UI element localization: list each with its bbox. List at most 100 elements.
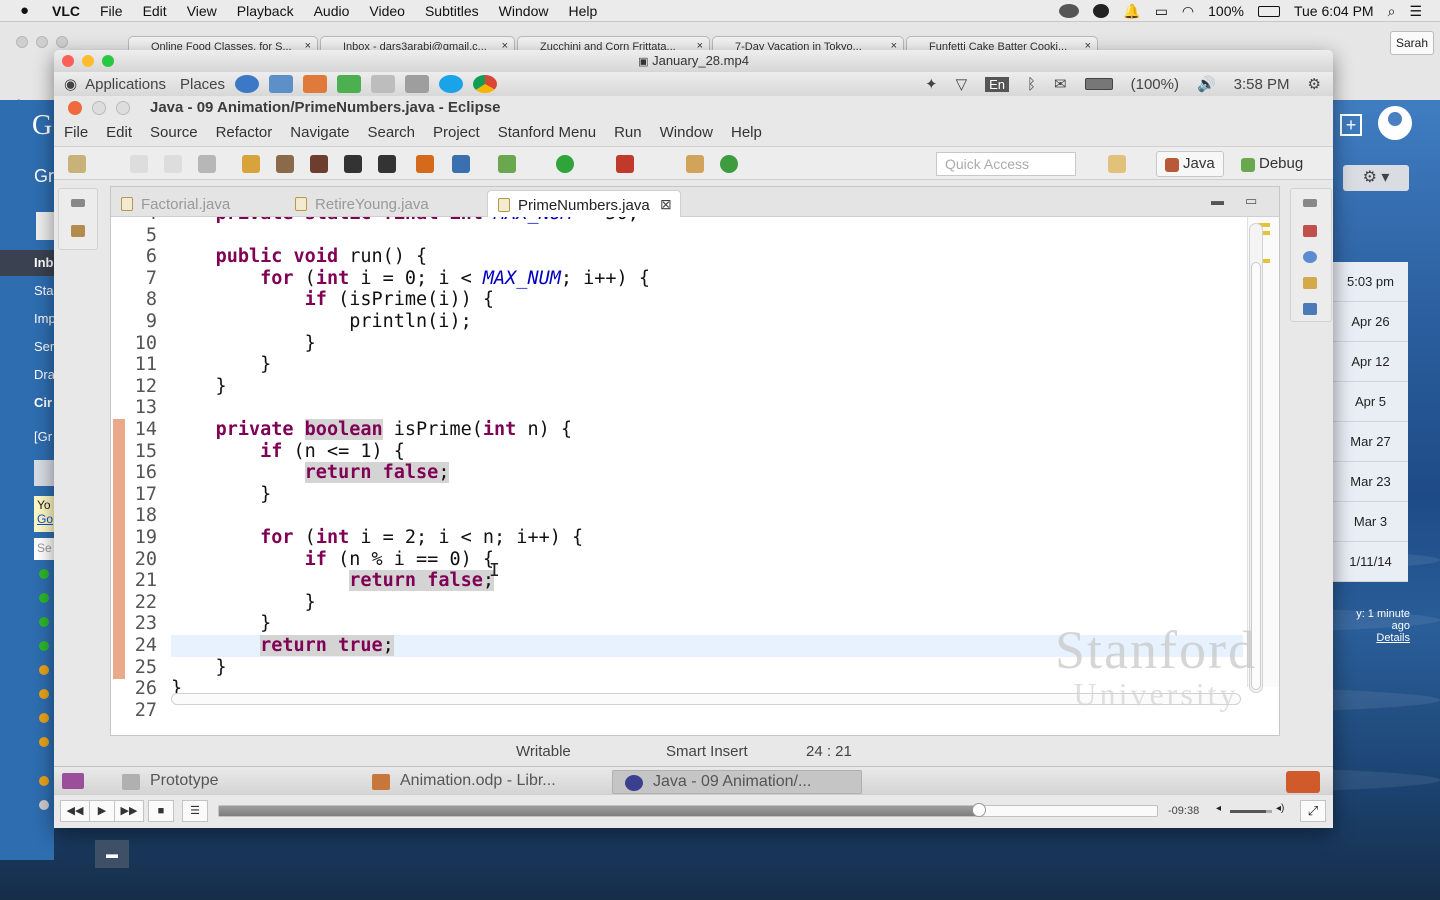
- code-line[interactable]: private boolean isPrime(int n) {: [171, 419, 572, 441]
- minimize-editor-icon[interactable]: ▬: [1211, 193, 1224, 208]
- javadoc-icon[interactable]: [1303, 251, 1317, 263]
- code-line[interactable]: }: [171, 376, 227, 398]
- spotlight-search-icon[interactable]: ⌕: [1388, 3, 1396, 20]
- code-line[interactable]: public void run() {: [171, 246, 428, 268]
- menubar-clock[interactable]: Tue 6:04 PM: [1294, 3, 1374, 19]
- taskbar-item[interactable]: Animation.odp - Libr...: [360, 770, 608, 794]
- time-remaining[interactable]: -09:38: [1168, 805, 1199, 817]
- declaration-icon[interactable]: [1303, 277, 1317, 289]
- run-java-icon[interactable]: [378, 155, 396, 173]
- restore-icon[interactable]: [1303, 199, 1317, 207]
- panel-clock[interactable]: 3:58 PM: [1234, 76, 1290, 93]
- code-line[interactable]: if (n % i == 0) {: [171, 549, 494, 571]
- sidebar-item-inbox[interactable]: Inb: [0, 250, 54, 276]
- impress-icon[interactable]: [303, 75, 328, 93]
- eclipse-minimize-button[interactable]: [92, 101, 106, 115]
- close-tab-icon[interactable]: ⊠: [660, 196, 672, 213]
- import-icon[interactable]: [452, 155, 470, 173]
- rewind-button[interactable]: ◀◀: [60, 800, 90, 822]
- menu-playback[interactable]: Playback: [237, 3, 294, 19]
- code-line[interactable]: private static final int MAX_NUM = 50;: [171, 217, 639, 225]
- code-line[interactable]: for (int i = 0; i < MAX_NUM; i++) {: [171, 268, 650, 290]
- console-icon[interactable]: [1303, 303, 1317, 315]
- seek-knob[interactable]: [971, 803, 986, 817]
- restore-icon[interactable]: [71, 199, 85, 207]
- menu-view[interactable]: View: [187, 3, 217, 19]
- perspective-java[interactable]: Java: [1156, 151, 1224, 177]
- avatar[interactable]: [1378, 106, 1412, 140]
- sidebar-item-sent[interactable]: Ser: [0, 334, 54, 360]
- sidebar-item-drafts[interactable]: Dra: [0, 362, 54, 388]
- trash-icon[interactable]: [1286, 771, 1320, 793]
- code-line[interactable]: return false;: [171, 462, 450, 484]
- hangouts-avatar[interactable]: [34, 460, 54, 486]
- code-line[interactable]: return true;: [171, 635, 394, 657]
- menu-window[interactable]: Window: [499, 3, 549, 19]
- keyboard-layout[interactable]: En: [985, 76, 1010, 92]
- app-menu[interactable]: VLC: [52, 3, 80, 19]
- code-line[interactable]: if (isPrime(i)) {: [171, 289, 494, 311]
- menu-stanford[interactable]: Stanford Menu: [498, 124, 596, 141]
- play-button[interactable]: ▶: [89, 800, 115, 822]
- code-line[interactable]: }: [171, 484, 271, 506]
- image-icon[interactable]: [310, 155, 328, 173]
- tab-primenumbers[interactable]: PrimeNumbers.java ⊠: [487, 190, 681, 217]
- volume-icon[interactable]: 🔊: [1197, 75, 1216, 93]
- package-icon[interactable]: [686, 155, 704, 173]
- seek-bar[interactable]: [218, 803, 1158, 817]
- dropbox-icon[interactable]: ✦: [925, 75, 938, 93]
- airplay-icon[interactable]: ▭: [1155, 3, 1168, 20]
- submit-icon[interactable]: [416, 155, 434, 173]
- chat-icon[interactable]: [1093, 4, 1110, 18]
- run-icon[interactable]: [556, 155, 574, 173]
- code-line[interactable]: println(i);: [171, 311, 472, 333]
- save-all-icon[interactable]: [164, 155, 182, 173]
- cloud-icon[interactable]: [1059, 4, 1080, 18]
- menu-file[interactable]: File: [64, 124, 88, 141]
- menu-source[interactable]: Source: [150, 124, 198, 141]
- new-class-icon[interactable]: [720, 155, 738, 173]
- vlc-zoom-button[interactable]: [102, 55, 114, 67]
- add-icon[interactable]: +: [1340, 114, 1362, 136]
- apple-menu-icon[interactable]: ●: [20, 2, 40, 19]
- compose-button[interactable]: [36, 212, 54, 240]
- firefox-icon[interactable]: [235, 75, 260, 93]
- mail-icon[interactable]: ✉: [1054, 75, 1067, 93]
- menu-help[interactable]: Help: [731, 124, 762, 141]
- chat-bubble-icon[interactable]: ▬: [95, 840, 129, 868]
- stop-button[interactable]: ■: [148, 800, 174, 822]
- perspective-debug[interactable]: Debug: [1232, 151, 1312, 177]
- bluetooth-icon[interactable]: ᛒ: [1027, 76, 1036, 93]
- menu-search[interactable]: Search: [367, 124, 415, 141]
- menu-subtitles[interactable]: Subtitles: [425, 3, 479, 19]
- wifi-icon[interactable]: ◠: [1182, 3, 1194, 20]
- external-tools-icon[interactable]: [616, 155, 634, 173]
- text-editor-icon[interactable]: [371, 75, 396, 93]
- menu-window[interactable]: Window: [660, 124, 713, 141]
- menu-audio[interactable]: Audio: [314, 3, 350, 19]
- grid-icon[interactable]: [276, 155, 294, 173]
- refresh-icon[interactable]: [242, 155, 260, 173]
- maximize-editor-icon[interactable]: ▭: [1245, 193, 1257, 209]
- battery-icon[interactable]: [1084, 78, 1113, 90]
- code-line[interactable]: return false;: [171, 570, 495, 592]
- calc-icon[interactable]: [337, 75, 362, 93]
- code-line[interactable]: }: [171, 657, 227, 679]
- network-icon[interactable]: ▽: [956, 75, 968, 93]
- run-karel-icon[interactable]: [344, 155, 362, 173]
- menu-navigate[interactable]: Navigate: [290, 124, 349, 141]
- vlc-minimize-button[interactable]: [82, 55, 94, 67]
- details-link[interactable]: Details: [1336, 632, 1410, 644]
- code-line[interactable]: if (n <= 1) {: [171, 441, 405, 463]
- menu-video[interactable]: Video: [369, 3, 405, 19]
- chrome-icon[interactable]: [473, 75, 498, 93]
- code-line[interactable]: }: [171, 354, 271, 376]
- package-explorer-icon[interactable]: [71, 225, 85, 237]
- notification-bell-icon[interactable]: 🔔: [1123, 3, 1140, 20]
- menu-applications[interactable]: Applications: [85, 76, 166, 93]
- volume-slider[interactable]: ◂ ◂): [1216, 803, 1284, 817]
- hangouts-search-input[interactable]: Se: [34, 538, 54, 560]
- menu-project[interactable]: Project: [433, 124, 480, 141]
- menu-run[interactable]: Run: [614, 124, 642, 141]
- settings-gear-icon[interactable]: ⚙ ▾: [1343, 165, 1409, 191]
